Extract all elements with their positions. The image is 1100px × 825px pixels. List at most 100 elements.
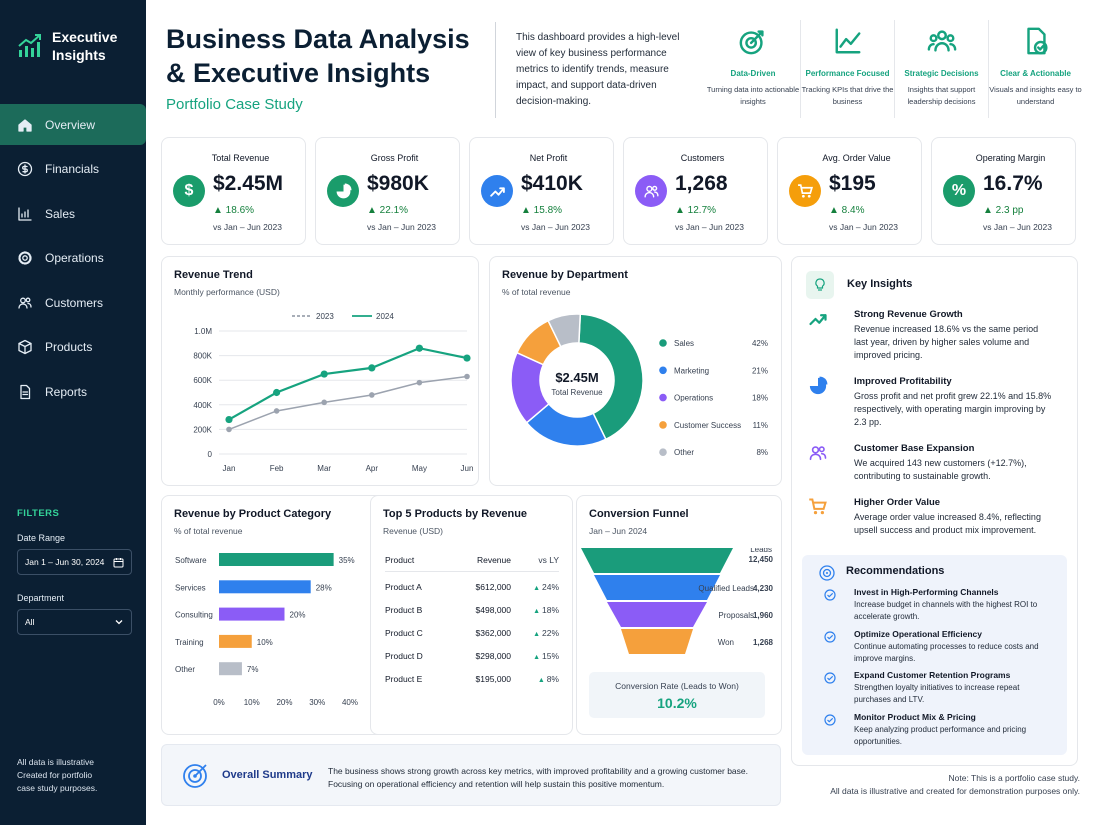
lightbulb-icon: [806, 271, 834, 299]
sidebar-item-label: Products: [45, 340, 93, 355]
recommendations-title: Recommendations: [846, 565, 945, 577]
bar-services: [219, 580, 311, 594]
legend-label: Sales: [674, 339, 694, 348]
kpi-card-operating-margin: Operating Margin% 16.7% ▲ 2.3 pp vs Jan – J…: [931, 137, 1076, 245]
data-point: [273, 408, 280, 414]
sidebar-item-reports[interactable]: Reports: [0, 372, 146, 413]
key-insights-panel: Key Insights Strong Revenue Growth Revenu…: [791, 256, 1078, 766]
conversion-rate-label: Conversion Rate (Leads to Won): [615, 681, 739, 691]
insight-icon-wrap: [808, 376, 830, 398]
cart-icon: [797, 183, 813, 198]
product-name: Product E: [385, 673, 423, 684]
insight-icon-wrap: [808, 443, 830, 465]
kpi-card-customers: Customers 1,268 ▲ 12.7% vs Jan – Jun 2023: [623, 137, 768, 245]
top-products-subtitle: Revenue (USD): [383, 526, 443, 536]
kpi-value: 1,268: [675, 172, 728, 195]
kpi-value: 16.7%: [983, 172, 1043, 195]
table-row[interactable]: Product E $195,000 ▲ 8%: [385, 667, 559, 690]
top-products-card: Top 5 Products by Revenue Revenue (USD) …: [370, 495, 573, 735]
category-label: Training: [175, 638, 204, 647]
sidebar-item-label: Sales: [45, 206, 76, 221]
kpi-change: ▲ 8.4%: [829, 205, 865, 216]
feature-performance-focused: Performance Focused Tracking KPIs that dr…: [800, 20, 894, 118]
document-check-icon: [1026, 27, 1048, 55]
up-arrow-icon: ▲: [537, 676, 547, 684]
change-value: 15%: [541, 650, 559, 661]
sidebar-footer-line: case study purposes.: [17, 783, 98, 793]
product-revenue: $298,000: [475, 650, 511, 661]
column-header: vs LY: [538, 554, 559, 565]
bar-value-label: 7%: [247, 665, 259, 674]
insight-icon-wrap: [808, 497, 830, 519]
conversion-rate-value: 10.2%: [657, 695, 697, 711]
category-label: Software: [175, 556, 207, 565]
percent-icon: %: [951, 182, 967, 199]
sidebar-item-operations[interactable]: Operations: [0, 238, 146, 279]
product-name: Product A: [385, 581, 422, 592]
target-icon: [183, 764, 207, 788]
donut-center-label: Total Revenue: [551, 388, 603, 397]
x-tick-label: Jun: [461, 464, 474, 473]
sidebar-item-customers[interactable]: Customers: [0, 282, 146, 323]
bar-value-label: 28%: [316, 583, 332, 592]
legend-label: 2024: [376, 312, 394, 321]
x-tick-label: Feb: [270, 464, 284, 473]
recommendation-body: Keep analyzing product performance and p…: [854, 724, 1027, 746]
bar-consulting: [219, 607, 285, 621]
data-point: [464, 373, 470, 380]
kpi-period: vs Jan – Jun 2023: [521, 222, 590, 232]
kpi-card-gross-profit: Gross Profit $980K ▲ 22.1% vs Jan – Jun 202…: [315, 137, 460, 245]
kpi-icon-badge: $: [173, 175, 205, 207]
team-icon: [927, 30, 956, 52]
insight-title: Strong Revenue Growth: [854, 309, 963, 320]
department-label: Department: [17, 593, 65, 603]
logo-chart-icon: [18, 34, 41, 57]
date-range-picker[interactable]: Jan 1 – Jun 30, 2024: [17, 549, 132, 575]
dollar-icon: [17, 161, 33, 177]
sidebar-item-label: Overview: [45, 117, 96, 132]
kpi-change: ▲ 12.7%: [675, 205, 717, 216]
insight-body: Revenue increased 18.6% vs the same peri…: [854, 324, 1039, 360]
chevron-down-icon: [115, 620, 123, 625]
legend-percent: 18%: [752, 394, 768, 403]
y-tick-label: 400K: [193, 401, 212, 410]
x-tick-label: May: [412, 464, 427, 473]
kpi-title: Net Profit: [529, 153, 568, 163]
funnel-stage-won: [621, 629, 693, 654]
x-tick-label: Jan: [223, 464, 236, 473]
filters-heading: FILTERS: [17, 508, 60, 519]
sidebar-footer: All data is illustrative Created for por…: [17, 756, 97, 795]
sidebar-item-products[interactable]: Products: [0, 327, 146, 368]
product-name: Product D: [385, 650, 423, 661]
funnel-stage-proposals: [607, 602, 707, 627]
legend-label: Customer Success: [674, 421, 741, 430]
recommendation-body: Strengthen loyalty initiatives to increa…: [854, 683, 1020, 704]
kpi-period: vs Jan – Jun 2023: [983, 222, 1052, 232]
funnel-stage-leads: [581, 548, 733, 573]
product-name: Product C: [385, 627, 423, 638]
legend-label: Other: [674, 448, 694, 457]
kpi-value: $410K: [521, 172, 583, 195]
table-row[interactable]: Product C $362,000 ▲ 22%: [385, 621, 559, 644]
sidebar-item-overview[interactable]: Overview: [0, 104, 146, 145]
sidebar-item-sales[interactable]: Sales: [0, 193, 146, 234]
donut-center-value: $2.45M: [555, 370, 598, 385]
data-point: [416, 379, 423, 386]
legend-percent: 42%: [752, 339, 768, 348]
trend-up-icon: [489, 186, 505, 197]
overall-summary: Overall Summary The business shows stron…: [161, 744, 781, 806]
feature-data-driven: Data-Driven Turning data into actionable …: [706, 20, 800, 118]
y-tick-label: 200K: [193, 425, 212, 434]
product-revenue: $498,000: [475, 604, 511, 615]
kpi-value: $2.45M: [213, 172, 284, 195]
department-select[interactable]: All: [17, 609, 132, 635]
data-point: [226, 426, 232, 433]
x-tick-label: Mar: [317, 464, 331, 473]
legend-label: Operations: [674, 394, 713, 403]
table-header: Product Revenue vs LY: [385, 548, 559, 572]
change-value: 22%: [541, 627, 559, 638]
table-row[interactable]: Product B $498,000 ▲ 18%: [385, 598, 559, 621]
table-row[interactable]: Product A $612,000 ▲ 24%: [385, 575, 559, 598]
table-row[interactable]: Product D $298,000 ▲ 15%: [385, 644, 559, 667]
sidebar-item-financials[interactable]: Financials: [0, 149, 146, 190]
